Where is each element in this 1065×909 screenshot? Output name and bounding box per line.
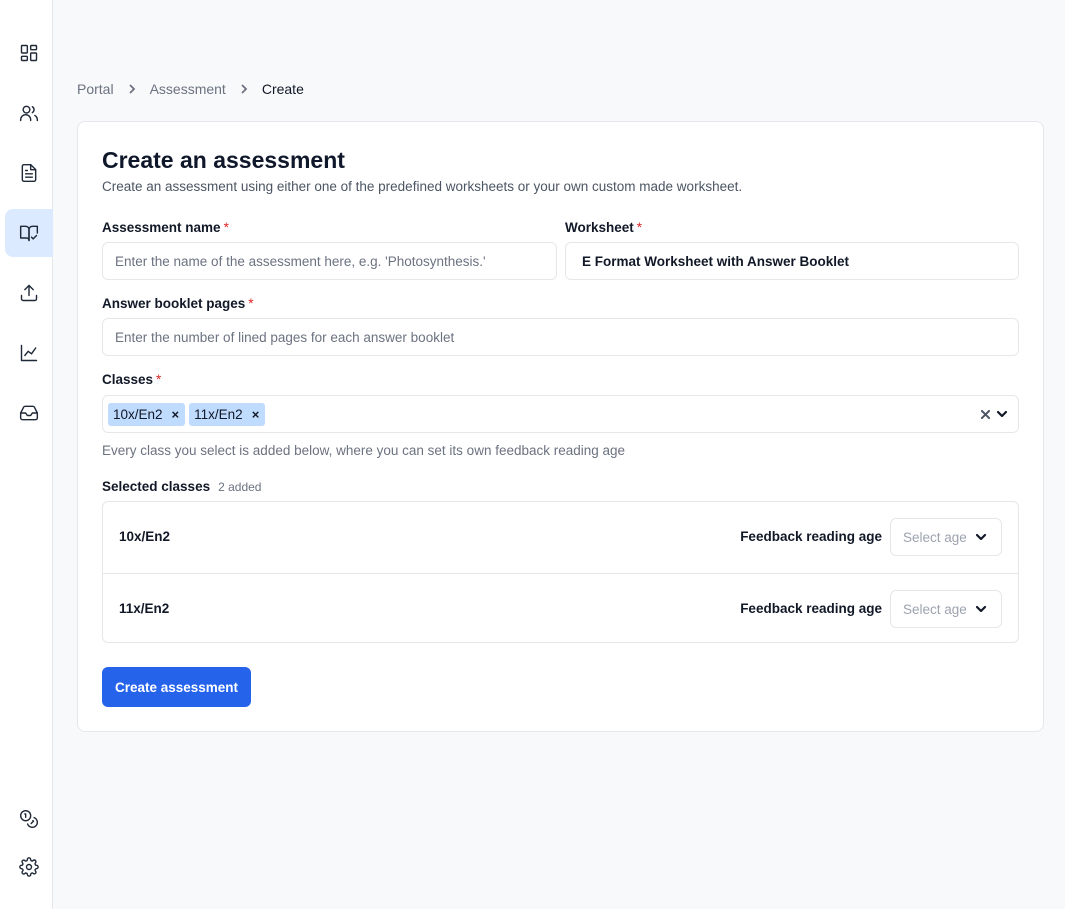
breadcrumb-assessment[interactable]: Assessment [150, 81, 226, 97]
feedback-reading-age-label: Feedback reading age [740, 601, 882, 616]
chart-icon [20, 344, 38, 362]
multiselect-controls [975, 396, 1008, 432]
feedback-reading-age-label: Feedback reading age [740, 529, 882, 544]
required-marker: * [248, 296, 254, 311]
remove-chip-icon[interactable]: × [252, 407, 260, 422]
assessment-name-input[interactable] [102, 242, 557, 280]
reading-age-placeholder: Select age [903, 601, 967, 617]
selected-classes-count: 2 added [218, 480, 262, 494]
class-chip-label: 11x/En2 [194, 406, 243, 422]
gear-icon [19, 857, 39, 877]
worksheet-field[interactable] [565, 242, 1019, 280]
assessment-name-label-text: Assessment name [102, 220, 221, 235]
breadcrumb-portal[interactable]: Portal [77, 81, 114, 97]
inbox-icon [19, 405, 39, 421]
class-name: 10x/En2 [119, 529, 171, 544]
nav-assessments[interactable] [5, 209, 53, 257]
required-marker: * [636, 220, 643, 235]
chevron-right-icon [126, 83, 138, 95]
dashboard-icon [20, 44, 38, 62]
classes-label-text: Classes [102, 372, 154, 387]
create-assessment-button[interactable]: Create assessment [102, 667, 251, 707]
answer-booklet-pages-label-text: Answer booklet pages [102, 296, 246, 311]
reading-age-select[interactable]: Select age [890, 590, 1002, 628]
answer-booklet-pages-input[interactable] [102, 318, 1019, 356]
classes-label: Classes * [102, 372, 161, 387]
class-chip: 11x/En2 × [189, 402, 266, 426]
list-item: 10x/En2 Feedback reading age Select age [103, 502, 1018, 573]
nav-dashboard[interactable] [5, 29, 53, 77]
page-subtitle: Create an assessment using either one of… [102, 179, 743, 194]
reading-age-select[interactable]: Select age [890, 518, 1002, 556]
nav-analytics[interactable] [5, 329, 53, 377]
nav-inbox[interactable] [5, 389, 53, 437]
classes-help-text: Every class you select is added below, w… [102, 443, 626, 458]
answer-booklet-pages-label: Answer booklet pages * [102, 296, 254, 311]
selected-classes-list: 10x/En2 Feedback reading age Select age … [102, 501, 1019, 643]
main-content: Portal Assessment Create Create an asses… [53, 0, 1065, 909]
reading-age-placeholder: Select age [903, 529, 967, 545]
required-marker: * [156, 372, 162, 387]
coins-icon [19, 809, 38, 828]
selected-classes-title: Selected classes [102, 479, 211, 494]
worksheet-label: Worksheet * [565, 220, 642, 235]
chevron-down-icon[interactable] [996, 408, 1008, 420]
required-marker: * [223, 220, 229, 235]
chevron-down-icon [975, 531, 987, 546]
nav-documents[interactable] [5, 149, 53, 197]
clear-all-icon[interactable] [981, 409, 990, 419]
document-icon [21, 163, 37, 183]
nav-upload[interactable] [5, 269, 53, 317]
worksheet-label-text: Worksheet [565, 220, 634, 235]
class-chip: 10x/En2 × [108, 402, 186, 426]
nav-users[interactable] [5, 89, 53, 137]
nav-credits[interactable] [5, 795, 53, 843]
create-assessment-card: Create an assessment Create an assessmen… [77, 121, 1044, 732]
nav-settings[interactable] [5, 843, 53, 891]
chevron-down-icon [975, 603, 987, 618]
book-check-icon [19, 225, 39, 242]
breadcrumb-current: Create [261, 81, 304, 97]
remove-chip-icon[interactable]: × [172, 407, 180, 422]
breadcrumb: Portal Assessment Create [77, 80, 304, 98]
list-item: 11x/En2 Feedback reading age Select age [103, 573, 1018, 642]
upload-icon [20, 284, 38, 302]
sidebar [0, 0, 53, 909]
users-icon [19, 105, 39, 122]
assessment-name-label: Assessment name * [102, 220, 229, 235]
classes-multiselect[interactable]: 10x/En2 × 11x/En2 × [102, 395, 1019, 433]
class-chip-label: 10x/En2 [113, 406, 163, 422]
selected-classes-heading: Selected classes 2 added [102, 479, 261, 494]
chevron-right-icon [238, 83, 250, 95]
class-name: 11x/En2 [119, 601, 170, 616]
page-title: Create an assessment [102, 147, 345, 173]
